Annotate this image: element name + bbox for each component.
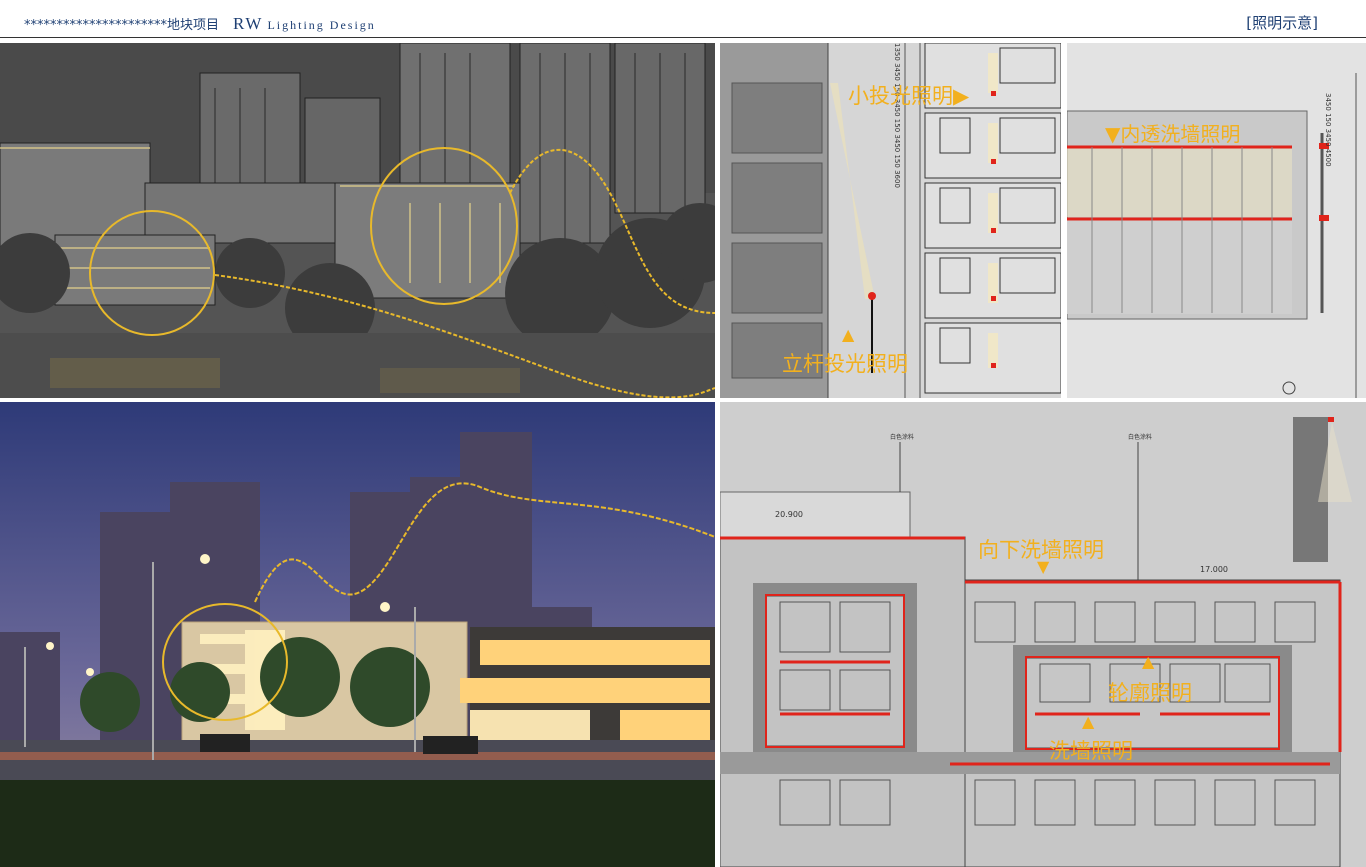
dim-8: 3600 (893, 170, 901, 188)
facade-elevation-panel: 白色涂料 白色涂料 20.900 17.000 向下洗墙照明 ▼ ▲ 轮廓照明 … (720, 402, 1366, 867)
label-pole-flood: 立杆投光照明 (782, 352, 908, 376)
level-mark-2: 17.000 (1200, 565, 1228, 574)
label-inner-wash: ▼内透洗墙照明 (1105, 122, 1241, 146)
annotation-1: 白色涂料 (890, 434, 915, 441)
arrow-up-pole: ▲ (842, 325, 855, 344)
sketch-panel (0, 43, 715, 398)
dim-r1: 3450 (1324, 93, 1332, 111)
page-header: **********************地块项目 RW Lighting Des… (0, 0, 1366, 40)
sketch-illustration (0, 43, 715, 398)
page-tag: [照明示意] (1246, 14, 1318, 32)
header-divider (0, 37, 1366, 38)
dim-r4: 4500 (1324, 148, 1332, 167)
arrow-up-outline: ▲ (1142, 652, 1155, 671)
dim-6: 3450 (893, 134, 901, 153)
inner-wash-drawing (1067, 43, 1366, 398)
label-small-flood: 小投光照明▶ (848, 84, 970, 108)
label-wash: 洗墙照明 (1049, 739, 1133, 763)
inner-wash-dimensions: 3450 150 3450 4500 (1324, 93, 1365, 167)
dim-5: 150 (893, 118, 901, 133)
project-title: **********************地块项目 RW Lighting Des… (24, 14, 376, 34)
project-name: **********************地块项目 (24, 18, 220, 33)
facade-drawing (720, 402, 1366, 867)
inner-wash-panel: 3450 150 3450 4500 ▼内透洗墙照明 (1067, 43, 1366, 398)
brand-subtitle: Lighting Design (267, 18, 376, 32)
dim-2: 3450 (893, 63, 901, 81)
dim-r2: 150 (1324, 113, 1332, 127)
level-mark-1: 20.900 (775, 510, 803, 519)
elevation-section-panel: 1350 3450 150 3450 150 3450 150 3600 小投光… (720, 43, 1061, 398)
annotation-2: 白色涂料 (1128, 434, 1153, 441)
night-rendering (0, 402, 715, 867)
dim-r3: 3450 (1324, 128, 1332, 147)
dim-1: 1350 (893, 43, 901, 61)
brand-logo: RW (233, 14, 264, 33)
night-render-panel (0, 402, 715, 867)
dim-7: 150 (893, 154, 901, 168)
label-outline: 轮廓照明 (1108, 681, 1192, 705)
arrow-up-wash: ▲ (1082, 712, 1095, 731)
arrow-down-wash: ▼ (1037, 557, 1050, 576)
